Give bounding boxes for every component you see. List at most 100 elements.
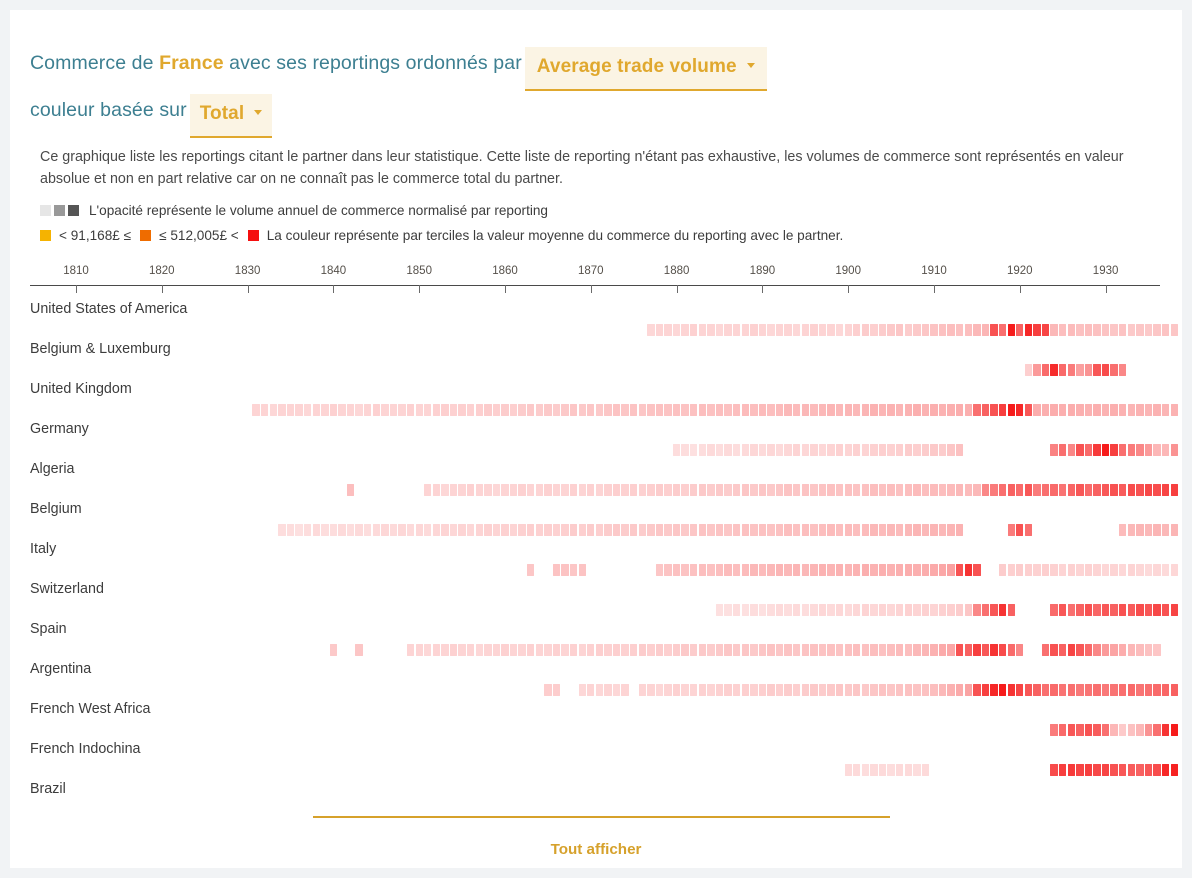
heatmap-cell[interactable] bbox=[596, 684, 603, 696]
heatmap-cell[interactable] bbox=[1119, 724, 1126, 736]
heatmap-cell[interactable] bbox=[836, 524, 843, 536]
row-label[interactable]: Belgium & Luxemburg bbox=[30, 341, 171, 357]
heatmap-cell[interactable] bbox=[853, 764, 860, 776]
heatmap-cell[interactable] bbox=[905, 484, 912, 496]
heatmap-cell[interactable] bbox=[810, 524, 817, 536]
heatmap-cell[interactable] bbox=[930, 524, 937, 536]
heatmap-cell[interactable] bbox=[604, 484, 611, 496]
heatmap-cell[interactable] bbox=[879, 604, 886, 616]
heatmap-cell[interactable] bbox=[750, 524, 757, 536]
heatmap-cell[interactable] bbox=[621, 404, 628, 416]
heatmap-cell[interactable] bbox=[999, 604, 1006, 616]
heatmap-cell[interactable] bbox=[596, 484, 603, 496]
heatmap-cell[interactable] bbox=[733, 564, 740, 576]
heatmap-cell[interactable] bbox=[1033, 324, 1040, 336]
heatmap-cell[interactable] bbox=[664, 404, 671, 416]
heatmap-cell[interactable] bbox=[681, 524, 688, 536]
heatmap-cell[interactable] bbox=[544, 644, 551, 656]
heatmap-cell[interactable] bbox=[1162, 764, 1169, 776]
heatmap-cell[interactable] bbox=[1033, 484, 1040, 496]
heatmap-cell[interactable] bbox=[604, 524, 611, 536]
heatmap-cell[interactable] bbox=[973, 604, 980, 616]
heatmap-cell[interactable] bbox=[544, 484, 551, 496]
heatmap-cell[interactable] bbox=[1128, 324, 1135, 336]
heatmap-cell[interactable] bbox=[1110, 484, 1117, 496]
heatmap-cell[interactable] bbox=[922, 444, 929, 456]
heatmap-cell[interactable] bbox=[579, 684, 586, 696]
heatmap-cell[interactable] bbox=[956, 564, 963, 576]
heatmap-cell[interactable] bbox=[673, 564, 680, 576]
heatmap-cell[interactable] bbox=[750, 444, 757, 456]
heatmap-cell[interactable] bbox=[887, 444, 894, 456]
heatmap-cell[interactable] bbox=[458, 484, 465, 496]
heatmap-cell[interactable] bbox=[947, 564, 954, 576]
heatmap-cell[interactable] bbox=[887, 684, 894, 696]
heatmap-cell[interactable] bbox=[819, 564, 826, 576]
heatmap-cell[interactable] bbox=[476, 524, 483, 536]
heatmap-cell[interactable] bbox=[604, 404, 611, 416]
heatmap-cell[interactable] bbox=[1050, 404, 1057, 416]
heatmap-cell[interactable] bbox=[922, 644, 929, 656]
heatmap-cell[interactable] bbox=[596, 644, 603, 656]
heatmap-cell[interactable] bbox=[905, 524, 912, 536]
heatmap-cell[interactable] bbox=[802, 404, 809, 416]
heatmap-cell[interactable] bbox=[1076, 564, 1083, 576]
heatmap-cell[interactable] bbox=[647, 524, 654, 536]
heatmap-cell[interactable] bbox=[553, 644, 560, 656]
heatmap-cell[interactable] bbox=[870, 324, 877, 336]
heatmap-cell[interactable] bbox=[304, 404, 311, 416]
heatmap-cell[interactable] bbox=[750, 484, 757, 496]
heatmap-cell[interactable] bbox=[1093, 684, 1100, 696]
heatmap-cell[interactable] bbox=[639, 644, 646, 656]
heatmap-cell[interactable] bbox=[1119, 524, 1126, 536]
heatmap-cell[interactable] bbox=[922, 604, 929, 616]
heatmap-cell[interactable] bbox=[1085, 564, 1092, 576]
heatmap-cell[interactable] bbox=[1153, 724, 1160, 736]
heatmap-cell[interactable] bbox=[338, 404, 345, 416]
heatmap-cell[interactable] bbox=[913, 604, 920, 616]
heatmap-cell[interactable] bbox=[870, 684, 877, 696]
heatmap-cell[interactable] bbox=[793, 484, 800, 496]
heatmap-cell[interactable] bbox=[295, 404, 302, 416]
heatmap-cell[interactable] bbox=[407, 644, 414, 656]
heatmap-cell[interactable] bbox=[896, 444, 903, 456]
heatmap-cell[interactable] bbox=[1102, 324, 1109, 336]
heatmap-cell[interactable] bbox=[810, 324, 817, 336]
heatmap-cell[interactable] bbox=[699, 684, 706, 696]
heatmap-cell[interactable] bbox=[759, 564, 766, 576]
heatmap-cell[interactable] bbox=[321, 524, 328, 536]
heatmap-cell[interactable] bbox=[639, 524, 646, 536]
heatmap-cell[interactable] bbox=[836, 644, 843, 656]
heatmap-cell[interactable] bbox=[870, 404, 877, 416]
heatmap-cell[interactable] bbox=[1119, 644, 1126, 656]
heatmap-cell[interactable] bbox=[673, 444, 680, 456]
heatmap-cell[interactable] bbox=[1050, 444, 1057, 456]
heatmap-cell[interactable] bbox=[1153, 484, 1160, 496]
heatmap-cell[interactable] bbox=[707, 484, 714, 496]
heatmap-cell[interactable] bbox=[759, 444, 766, 456]
heatmap-cell[interactable] bbox=[1110, 604, 1117, 616]
heatmap-cell[interactable] bbox=[1076, 644, 1083, 656]
heatmap-cell[interactable] bbox=[982, 324, 989, 336]
heatmap-cell[interactable] bbox=[1059, 364, 1066, 376]
heatmap-cell[interactable] bbox=[1085, 684, 1092, 696]
heatmap-cell[interactable] bbox=[1008, 524, 1015, 536]
heatmap-cell[interactable] bbox=[836, 404, 843, 416]
heatmap-cell[interactable] bbox=[1033, 564, 1040, 576]
heatmap-cell[interactable] bbox=[613, 644, 620, 656]
heatmap-cell[interactable] bbox=[1016, 684, 1023, 696]
heatmap-cell[interactable] bbox=[587, 524, 594, 536]
heatmap-cell[interactable] bbox=[784, 604, 791, 616]
heatmap-cell[interactable] bbox=[887, 524, 894, 536]
heatmap-cell[interactable] bbox=[1110, 644, 1117, 656]
heatmap-cell[interactable] bbox=[596, 524, 603, 536]
heatmap-cell[interactable] bbox=[922, 684, 929, 696]
heatmap-cell[interactable] bbox=[802, 564, 809, 576]
heatmap-cell[interactable] bbox=[707, 524, 714, 536]
heatmap-cell[interactable] bbox=[553, 404, 560, 416]
heatmap-cell[interactable] bbox=[956, 524, 963, 536]
heatmap-cell[interactable] bbox=[1076, 404, 1083, 416]
heatmap-cell[interactable] bbox=[1102, 444, 1109, 456]
heatmap-cell[interactable] bbox=[1102, 404, 1109, 416]
heatmap-cell[interactable] bbox=[853, 644, 860, 656]
